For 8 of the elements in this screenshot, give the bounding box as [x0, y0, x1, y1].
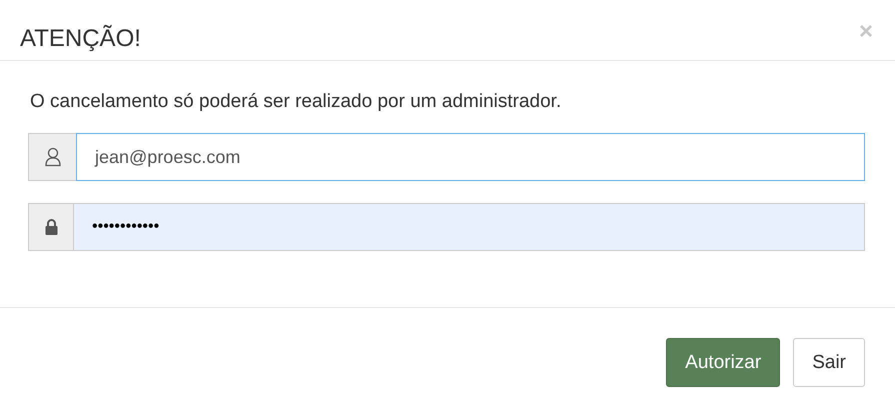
dialog-title: ATENÇÃO!	[20, 25, 141, 53]
exit-button[interactable]: Sair	[793, 338, 865, 387]
password-field[interactable]: ••••••••••••	[73, 203, 865, 251]
message-text: O cancelamento só poderá ser realizado por um administrador.	[30, 91, 562, 113]
email-field[interactable]: jean@proesc.com	[76, 133, 865, 181]
lock-icon	[44, 219, 58, 235]
user-icon	[44, 147, 60, 167]
authorize-button[interactable]: Autorizar	[666, 338, 780, 387]
